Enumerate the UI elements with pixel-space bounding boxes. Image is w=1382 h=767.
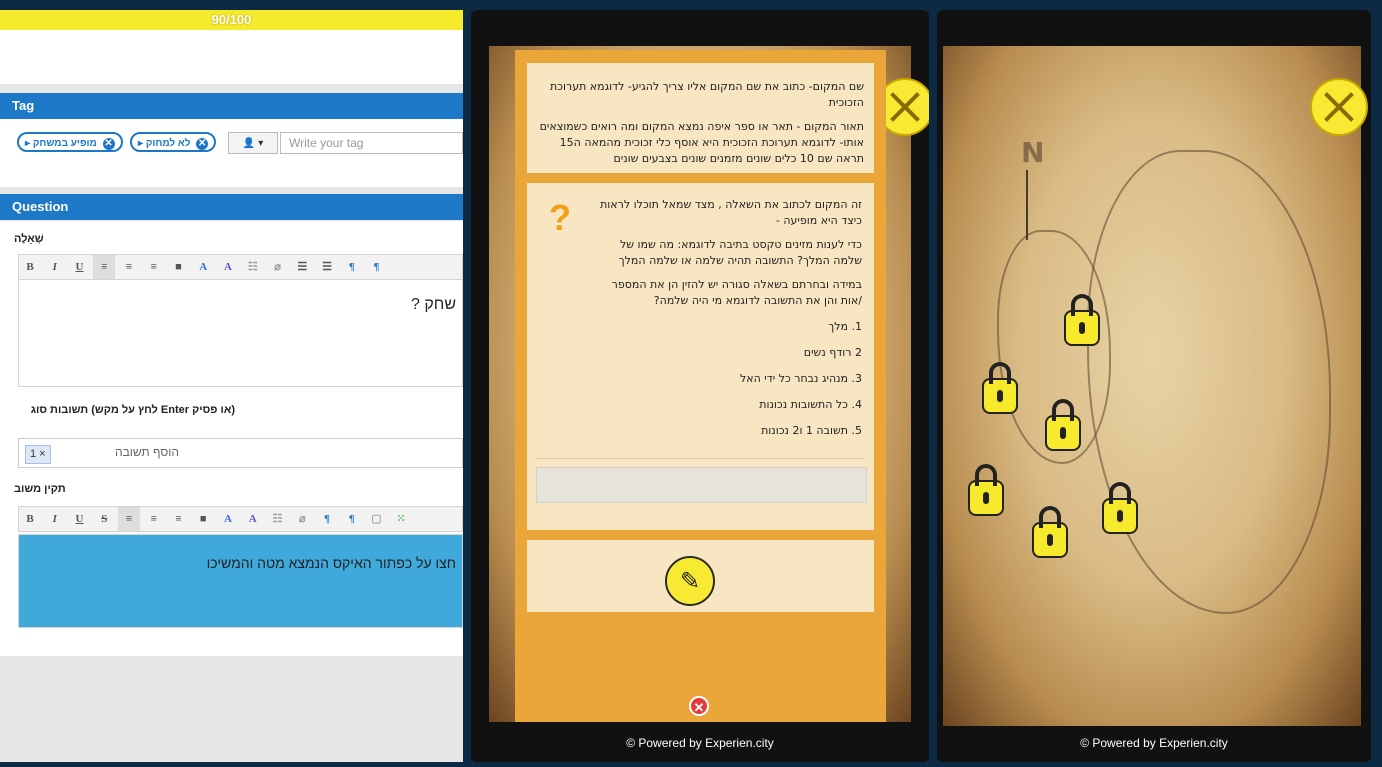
rtl-icon[interactable]: ¶ (341, 507, 363, 531)
location-description: תאור המקום - תאר או ספר איפה נמצא המקום … (539, 120, 864, 165)
lock-icon[interactable] (968, 464, 1004, 516)
question-paragraph: כדי לענות מזינים טקסט בתיבה לדוגמא: מה ש… (618, 238, 862, 267)
tag-area: ✕ מופיע במשחק ▸ ✕ לא למחוק ▸ 👤 ▾ Write y… (0, 119, 463, 187)
question-section-header: Question (0, 194, 463, 220)
map-phone: N © Powered by Experien.city (937, 10, 1371, 762)
question-rich-text-toolbar: B I U ≡ ≡ ≡ ■ A A ☷ ⌀ ☰ ☰ ¶ ¶ (18, 254, 463, 280)
bg-color-icon[interactable]: A (242, 507, 264, 531)
question-modal: שם המקום- כתוב את שם המקום אליו צריך להג… (515, 50, 886, 722)
user-icon: 👤 (242, 138, 256, 149)
feedback-editor[interactable]: חצו על כפתור האיקס הנמצא מטה והמשיכו (18, 534, 463, 628)
align-center-icon[interactable]: ≡ (118, 255, 140, 279)
align-left-icon[interactable]: ≡ (93, 255, 116, 279)
ltr-icon[interactable]: ¶ (341, 255, 363, 279)
lock-icon[interactable] (1064, 294, 1100, 346)
question-paragraph: במידה ובחרתם בשאלה סגורה יש להזין הן את … (611, 278, 862, 307)
feedback-text: חצו על כפתור האיקס הנמצא מטה והמשיכו (206, 555, 456, 571)
answer-type-label: (או פסיק Enter לחץ על מקש) תשובות סוג (30, 404, 235, 416)
divider (536, 458, 865, 459)
submit-box: ✎ (527, 540, 874, 612)
answer-option: 4. כל התשובות נכונות (759, 398, 862, 411)
question-form: שְׁאֵלָה B I U ≡ ≡ ≡ ■ A A ☷ ⌀ ☰ ☰ ¶ ¶ ש… (0, 221, 463, 656)
emoji-icon[interactable]: ☷ (242, 255, 264, 279)
rtl-icon[interactable]: ¶ (366, 255, 388, 279)
question-label: שְׁאֵלָה (14, 233, 44, 245)
remove-tag-icon[interactable]: ✕ (196, 138, 209, 150)
lock-icon[interactable] (1102, 482, 1138, 534)
question-body: זה המקום לכתוב את השאלה , מצד שמאל תוכלו… (597, 197, 862, 309)
bold-button[interactable]: B (19, 255, 41, 279)
feedback-rich-text-toolbar: B I U S ≡ ≡ ≡ ■ A A ☷ ⌀ ¶ ¶ ▢ ⁙ (18, 506, 463, 532)
ltr-icon[interactable]: ¶ (316, 507, 338, 531)
remove-format-icon[interactable]: ⌀ (291, 507, 313, 531)
text-color-icon[interactable]: A (217, 507, 239, 531)
answer-options: 1. מלך 2 רודף נשים 3. מנהיג נבחר כל ידי … (539, 319, 862, 449)
tag-pill-label: לא למחוק (145, 138, 191, 149)
align-right-icon[interactable]: ≡ (168, 507, 190, 531)
emoji-icon[interactable]: ☷ (267, 507, 289, 531)
question-text: שחק ? (411, 296, 456, 313)
answer-textarea[interactable] (536, 467, 867, 503)
bg-color-icon[interactable]: A (217, 255, 239, 279)
tag-section-title: Tag (12, 98, 35, 113)
north-label: N (1021, 136, 1045, 169)
lock-icon[interactable] (1032, 506, 1068, 558)
bullet-list-icon[interactable]: ☰ (291, 255, 313, 279)
document-icon[interactable]: ▢ (366, 507, 388, 531)
question-section-title: Question (12, 199, 69, 214)
remove-format-icon[interactable]: ⌀ (267, 255, 289, 279)
north-arrow (1026, 170, 1028, 240)
question-preview-phone: שם המקום- כתוב את שם המקום אליו צריך להג… (471, 10, 929, 762)
location-title: שם המקום- כתוב את שם המקום אליו צריך להג… (549, 80, 864, 109)
answer-option: 5. תשובה 1 ו2 נכונות (761, 424, 862, 437)
lock-icon[interactable] (1045, 399, 1081, 451)
justify-icon[interactable]: ■ (168, 255, 190, 279)
strikethrough-button[interactable]: S (93, 507, 115, 531)
justify-icon[interactable]: ■ (192, 507, 214, 531)
tag-pill-shows-in-game[interactable]: ✕ מופיע במשחק ▸ (17, 132, 123, 152)
answer-option: 2 רודף נשים (803, 346, 862, 359)
align-center-icon[interactable]: ≡ (143, 507, 165, 531)
underline-button[interactable]: U (69, 507, 91, 531)
score-bar: 90/100 (0, 10, 463, 30)
location-info-box: שם המקום- כתוב את שם המקום אליו צריך להג… (527, 63, 874, 173)
question-mark-icon: ? (549, 197, 571, 238)
answer-option: 1. מלך (828, 320, 862, 333)
question-editor[interactable]: שחק ? (18, 279, 463, 387)
compass-icon (1310, 78, 1368, 136)
grid-icon[interactable]: ⁙ (390, 507, 412, 531)
close-icon[interactable]: ✕ (689, 696, 709, 716)
bold-button[interactable]: B (19, 507, 41, 531)
powered-by: © Powered by Experien.city (626, 736, 774, 750)
score-text: 90/100 (211, 12, 252, 27)
text-color-icon[interactable]: A (192, 255, 214, 279)
tag-pill-label: מופיע במשחק (32, 138, 97, 149)
italic-button[interactable]: I (44, 507, 66, 531)
tag-pill-do-not-delete[interactable]: ✕ לא למחוק ▸ (130, 132, 217, 152)
remove-tag-icon[interactable]: ✕ (102, 138, 115, 150)
answer-tag-input[interactable]: 1 × הוסף תשובה (18, 438, 463, 468)
question-paragraph: זה המקום לכתוב את השאלה , מצד שמאל תוכלו… (600, 198, 862, 227)
answer-chip[interactable]: 1 × (25, 445, 51, 464)
pencil-icon[interactable]: ✎ (665, 556, 715, 606)
question-box: ? זה המקום לכתוב את השאלה , מצד שמאל תוכ… (527, 183, 874, 530)
tag-input-placeholder: Write your tag (289, 136, 364, 150)
editor-top-strip (0, 30, 463, 84)
tag-input[interactable]: Write your tag (280, 132, 463, 154)
question-editor-panel: 90/100 Tag ✕ מופיע במשחק ▸ ✕ לא למחוק ▸ … (0, 10, 463, 762)
lock-icon[interactable] (982, 362, 1018, 414)
italic-button[interactable]: I (44, 255, 66, 279)
feedback-label: תקין משוב (14, 483, 66, 495)
number-list-icon[interactable]: ☰ (316, 255, 338, 279)
underline-button[interactable]: U (69, 255, 91, 279)
answer-option: 3. מנהיג נבחר כל ידי האל (740, 372, 862, 385)
powered-by: © Powered by Experien.city (1080, 736, 1228, 750)
tag-user-select[interactable]: 👤 ▾ (228, 132, 278, 154)
align-left-icon[interactable]: ≡ (118, 507, 140, 531)
align-right-icon[interactable]: ≡ (143, 255, 165, 279)
add-answer-placeholder: הוסף תשובה (115, 445, 179, 459)
tag-section-header: Tag (0, 93, 463, 119)
